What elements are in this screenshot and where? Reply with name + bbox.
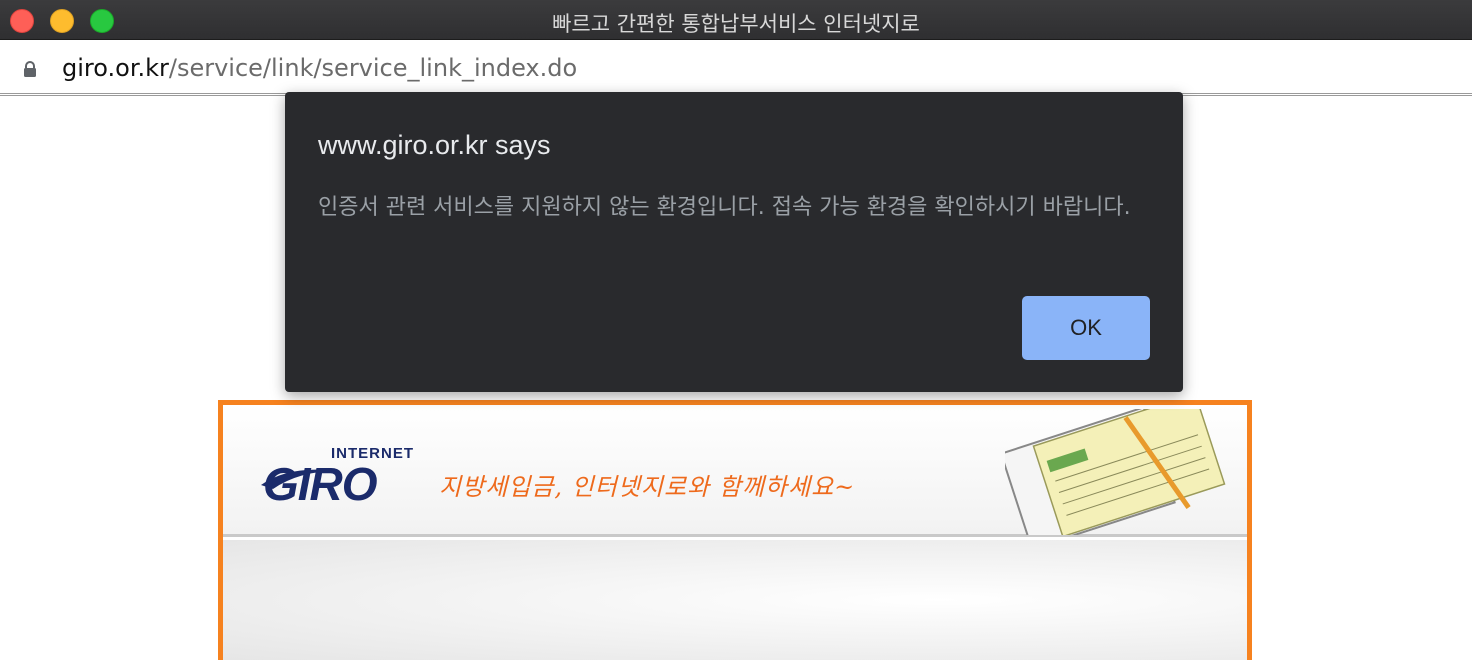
url-domain: giro.or.kr [62,54,169,82]
giro-header: INTERNET GIRO 지방세입금, 인터넷지로와 함께하세요~ [223,405,1247,537]
giro-slogan: 지방세입금, 인터넷지로와 함께하세요~ [439,473,856,501]
giro-logo: GIRO [263,458,378,510]
ok-button[interactable]: OK [1022,296,1150,360]
dialog-title: www.giro.or.kr says [318,130,551,160]
window-title: 빠르고 간편한 통합납부서비스 인터넷지로 [552,12,920,36]
window-titlebar: 빠르고 간편한 통합납부서비스 인터넷지로 [0,0,1472,40]
giro-banner-frame: INTERNET GIRO 지방세입금, 인터넷지로와 함께하세요~ [218,400,1252,660]
dialog-message: 인증서 관련 서비스를 지원하지 않는 환경입니다. 접속 가능 환경을 확인하… [318,195,1131,220]
lock-icon[interactable] [22,61,38,77]
giro-body [223,540,1247,660]
bill-illustration-icon [1005,409,1226,535]
address-bar[interactable]: giro.or.kr/service/link/service_link_ind… [0,41,1472,96]
alert-dialog: www.giro.or.kr says 인증서 관련 서비스를 지원하지 않는 … [285,92,1183,392]
url-path: /service/link/service_link_index.do [168,54,578,82]
url-text[interactable]: giro.or.kr/service/link/service_link_ind… [62,54,577,82]
